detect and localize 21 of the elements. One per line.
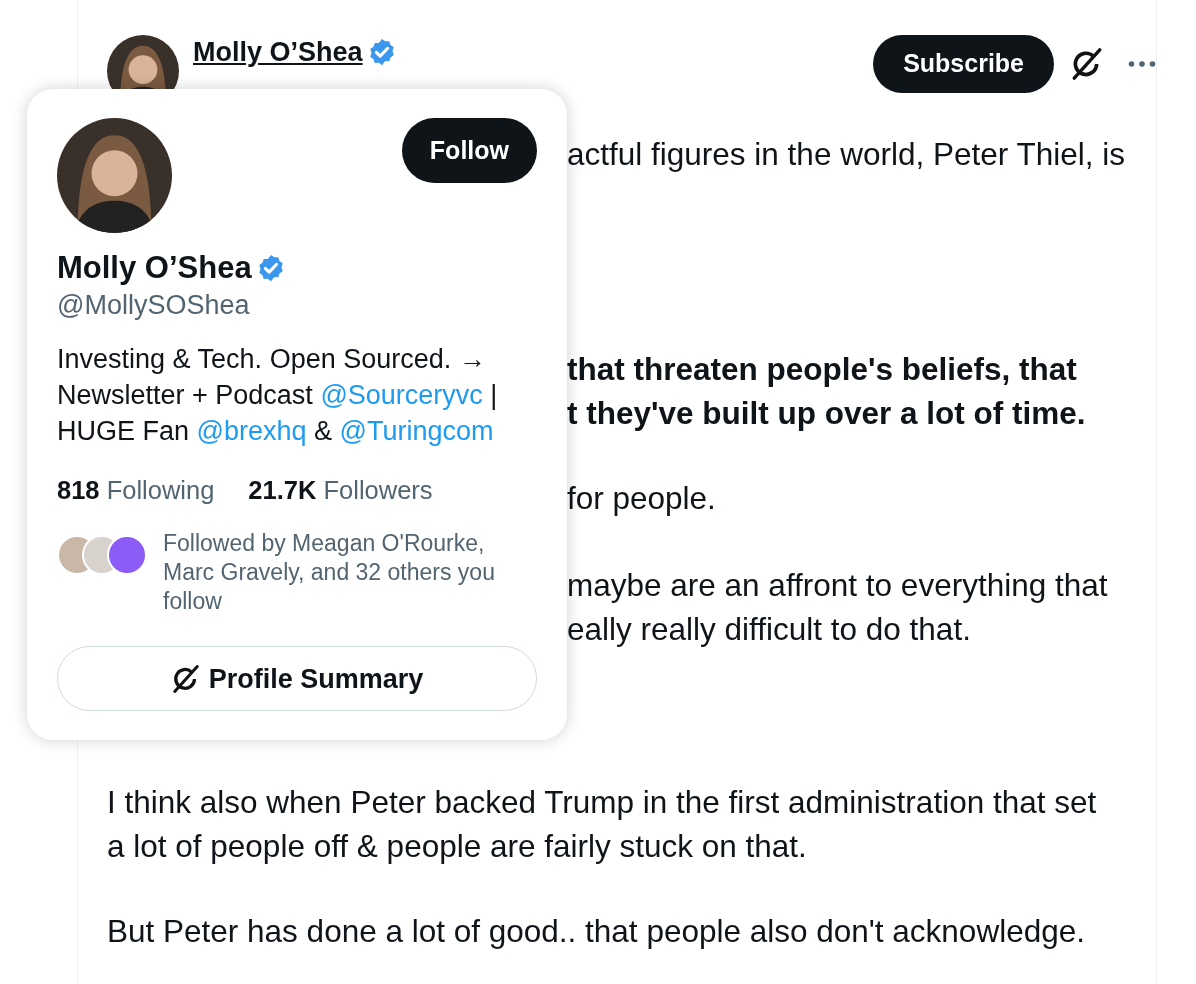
post-text: that threaten people's beliefs, that [567,350,1078,389]
follow-button[interactable]: Follow [401,118,537,183]
subscribe-button[interactable]: Subscribe [873,35,1054,93]
post-text: I think also when Peter backed Trump in the first administration that set [107,783,1098,822]
followed-by-text: Followed by Meagan O'Rourke, Marc Gravely, and 32 others you follow [163,529,496,617]
post-text: t they've built up over a lot of time. [567,394,1087,433]
slashed-circle-icon [170,663,201,694]
author-name[interactable]: Molly O’Shea [193,35,363,69]
bio-text: Investing & Tech. Open Sourced. → Newsletter + Podcast @Sourceryvc | HUGE Fan @brexhq & @Turingcom [57,343,499,448]
stat-link[interactable]: 21.7K Followers [248,471,433,510]
profile-handle: @MollySOShea [57,289,251,322]
post-text: maybe are an affront to everything that [567,566,1109,605]
post-text: for people. [567,479,717,518]
more-icon[interactable] [1128,59,1156,69]
post-text: But Peter has done a lot of good.. that people also don't acknowledge. [107,912,1086,951]
slashed-circle-icon [1070,47,1104,81]
post-text: eally really difficult to do that. [567,610,972,649]
profile-name[interactable]: Molly O’Shea [57,249,252,287]
stat-link[interactable]: 818 Following [57,471,215,510]
post-text: a lot of people off & people are fairly stuck on that. [107,827,808,866]
post-text: actful figures in the world, Peter Thiel, is [567,135,1126,174]
